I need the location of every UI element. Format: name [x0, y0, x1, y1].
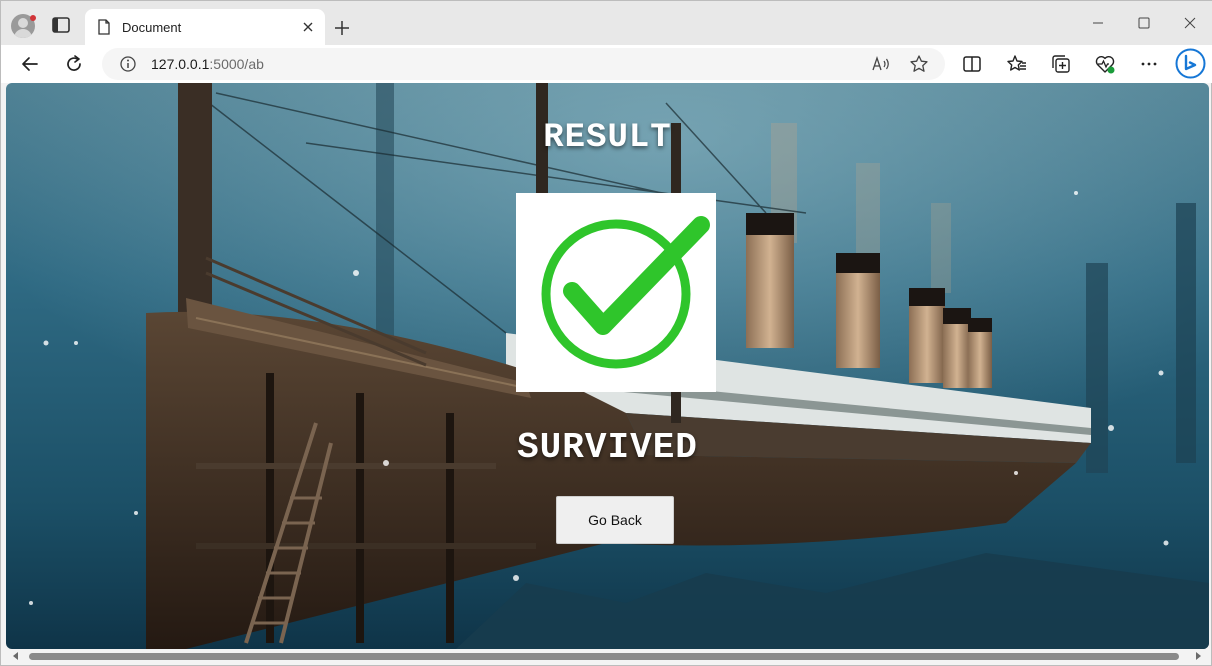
- close-icon[interactable]: [300, 19, 316, 35]
- read-aloud-icon[interactable]: [871, 55, 891, 73]
- tab-document[interactable]: Document: [85, 9, 325, 45]
- minimize-icon[interactable]: [1086, 13, 1110, 33]
- url-host: 127.0.0.1: [151, 56, 210, 72]
- collections-icon[interactable]: [1050, 53, 1072, 75]
- document-icon: [98, 19, 110, 35]
- result-heading: RESULT: [543, 119, 672, 157]
- toolbar: 127.0.0.1:5000/ab: [1, 45, 1212, 83]
- tab-actions-icon[interactable]: [51, 16, 71, 34]
- star-icon[interactable]: [909, 54, 929, 74]
- browser-window: Document 127.0.0.1:5000/ab RESULT SURVIV…: [0, 0, 1212, 666]
- url-path: :5000/ab: [209, 56, 264, 72]
- refresh-icon[interactable]: [63, 53, 85, 75]
- back-arrow-icon[interactable]: [19, 53, 41, 75]
- address-bar[interactable]: 127.0.0.1:5000/ab: [102, 48, 945, 80]
- go-back-button[interactable]: Go Back: [556, 496, 674, 544]
- horizontal-scrollbar[interactable]: [6, 649, 1209, 663]
- maximize-icon[interactable]: [1132, 13, 1156, 33]
- plus-icon[interactable]: [332, 18, 352, 38]
- heart-pulse-icon[interactable]: [1094, 53, 1116, 75]
- scroll-left-icon[interactable]: [12, 652, 20, 660]
- favorites-icon[interactable]: [1006, 53, 1028, 75]
- notification-dot: [30, 15, 36, 21]
- tab-title: Document: [122, 20, 182, 35]
- tab-strip: Document: [1, 1, 1212, 45]
- check-circle-icon: [541, 216, 710, 369]
- scrollbar-thumb[interactable]: [29, 653, 1179, 660]
- survival-status: SURVIVED: [517, 427, 698, 468]
- scroll-right-icon[interactable]: [1194, 652, 1202, 660]
- success-image: [516, 193, 716, 392]
- page-viewport: RESULT SURVIVED Go Back: [6, 83, 1209, 649]
- more-icon[interactable]: [1138, 53, 1160, 75]
- info-icon[interactable]: [119, 55, 137, 73]
- split-screen-icon[interactable]: [961, 53, 983, 75]
- copilot-icon[interactable]: [1175, 48, 1206, 79]
- close-icon[interactable]: [1178, 13, 1202, 33]
- url-text[interactable]: 127.0.0.1:5000/ab: [151, 56, 264, 72]
